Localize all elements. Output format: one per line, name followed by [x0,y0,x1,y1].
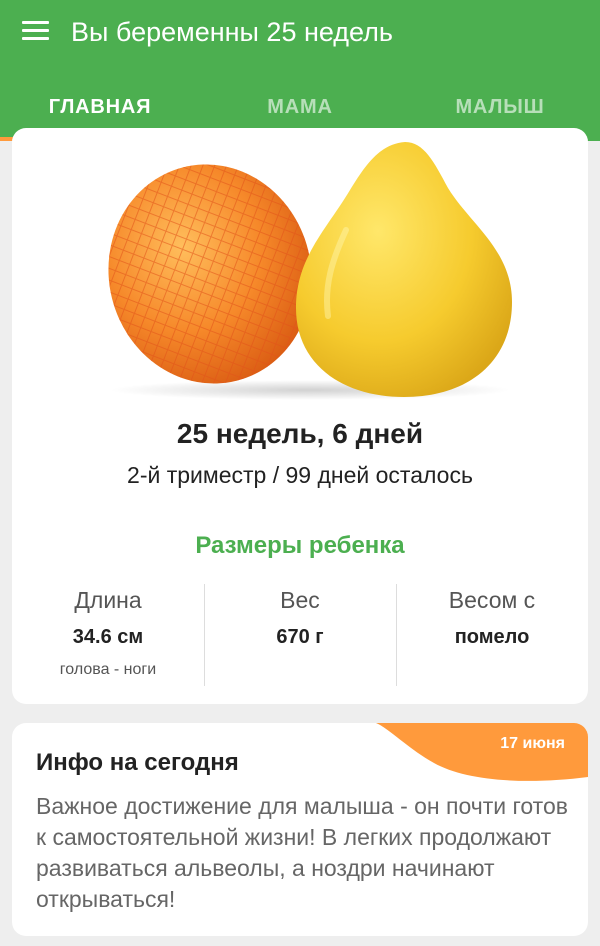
info-title: Инфо на сегодня [36,749,239,776]
baby-sizes-heading: Размеры ребенка [195,532,405,559]
app-bar: Вы беременны 25 недель ГЛАВНАЯ МАМА МАЛЫ… [0,0,600,141]
info-body: Важное достижение для малыша - он почти … [36,793,568,912]
pomelo-fruit-image [108,142,512,400]
hamburger-menu-icon[interactable] [22,21,49,41]
weight-label: Вес [280,587,320,613]
trimester-info: 2-й триместр / 99 дней осталось [127,462,473,488]
length-stat: Длина 34.6 см голова - ноги [12,584,204,690]
length-value: 34.6 см [72,626,144,648]
weight-stat: Вес 670 г [204,584,396,690]
pregnancy-weeks: 25 недель, 6 дней [176,418,424,449]
length-note: голова - ноги [59,661,157,678]
weight-value: 670 г [276,626,324,648]
page-title: Вы беременны 25 недель [71,17,393,47]
info-date: 17 июня [500,735,565,752]
comparison-stat: Весом с помело [396,584,588,690]
daily-info-card[interactable]: 17 июня Инфо на сегодня Важное достижени… [12,723,588,936]
pregnancy-summary-card: 25 недель, 6 дней 2-й триместр / 99 дней… [12,128,588,704]
date-ribbon [376,723,588,781]
comparison-value: помело [454,626,530,648]
length-label: Длина [74,587,142,613]
baby-stats: Длина 34.6 см голова - ноги Вес 670 г Ве… [12,584,588,690]
comparison-label: Весом с [448,587,536,613]
